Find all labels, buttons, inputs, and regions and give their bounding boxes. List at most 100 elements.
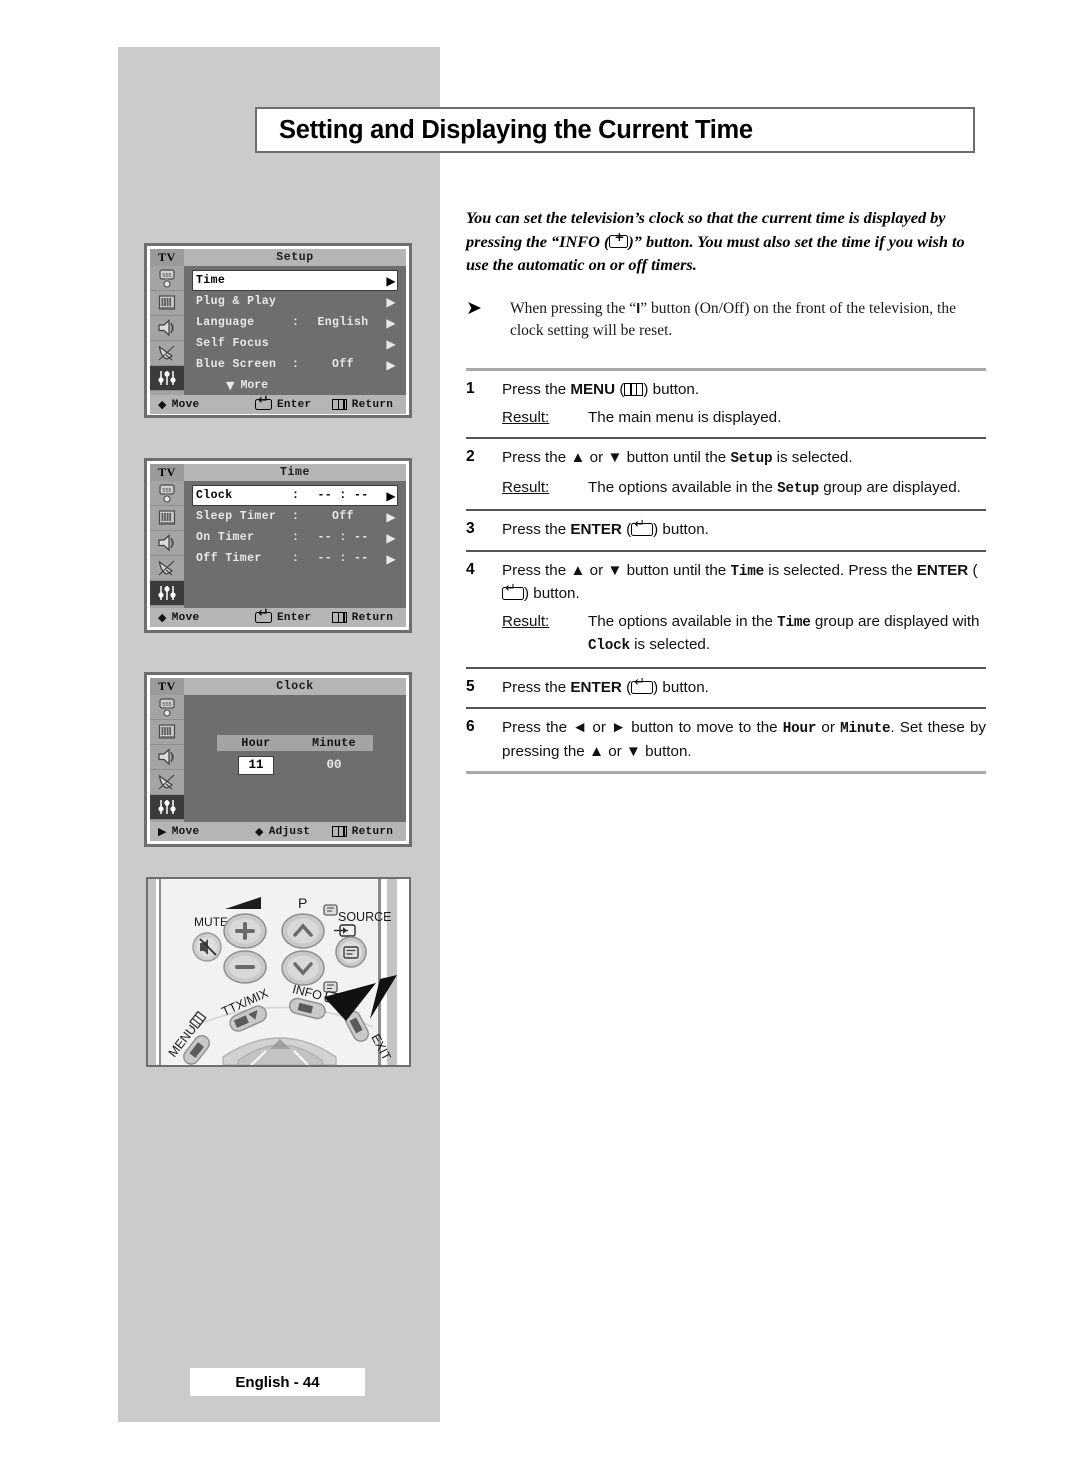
sound-speaker-icon[interactable] — [150, 316, 184, 341]
osd-row-label: Blue Screen — [196, 358, 277, 371]
picture-bars-icon[interactable] — [150, 506, 184, 531]
osd-screenshot-clock: TV Clock 555 Hour Minute 11 00 ▶ Move ◆ … — [144, 672, 412, 847]
osd-row[interactable]: Off Timer : -- : -- ▶ — [192, 548, 398, 569]
picture-lamp-icon[interactable]: 555 — [150, 266, 184, 291]
osd-row-value: Off — [332, 510, 354, 523]
picture-lamp-icon[interactable]: 555 — [150, 695, 184, 720]
result-text-mid: group are displayed with — [810, 612, 980, 630]
svg-text:SOURCE: SOURCE — [338, 910, 391, 924]
enter-icon — [631, 676, 654, 694]
hour-value-field[interactable]: 11 — [238, 756, 274, 775]
picture-bars-icon[interactable] — [150, 720, 184, 745]
note-block: ➤ When pressing the “I” button (On/Off) … — [466, 298, 986, 342]
step-text: Press the ▲ or ▼ button until the — [502, 561, 731, 579]
osd-footer-return-label: Return — [351, 825, 394, 838]
osd-row[interactable]: Time ▶ — [192, 270, 398, 291]
steps-list: 1 Press the MENU () button. Result: The … — [466, 368, 986, 774]
note-text-part1: When pressing the “ — [510, 300, 637, 317]
step-item: 2 Press the ▲ or ▼ button until the Setu… — [466, 439, 986, 509]
sound-speaker-icon[interactable] — [150, 745, 184, 770]
osd-row-value: Off — [332, 358, 354, 371]
osd-row-arrow-icon: ▶ — [386, 336, 396, 351]
svg-text:555: 555 — [162, 488, 171, 494]
osd-footer-move: ▶ Move — [150, 825, 255, 838]
step-text: Press the — [502, 678, 571, 696]
steps-divider — [466, 771, 986, 774]
step-text-after: button. — [658, 521, 709, 538]
step-bold-label: ENTER — [570, 521, 622, 538]
channel-dish-icon[interactable] — [150, 341, 184, 366]
step-item: 4 Press the ▲ or ▼ button until the Time… — [466, 552, 986, 667]
step-text-mid: is selected. Press the — [764, 561, 917, 579]
osd-more-row[interactable]: ▼ More — [192, 375, 398, 395]
setup-sliders-icon[interactable] — [150, 795, 184, 820]
info-button-icon — [609, 231, 629, 248]
osd-footer-enter: Enter — [254, 394, 332, 411]
osd-row[interactable]: On Timer : -- : -- ▶ — [192, 527, 398, 548]
osd-sidebar: 555 — [150, 266, 184, 395]
osd-row-label: Time — [196, 274, 226, 287]
setup-sliders-icon[interactable] — [150, 366, 184, 391]
osd-row[interactable]: Sleep Timer : Off ▶ — [192, 506, 398, 527]
step-text: Press the ▲ or ▼ button until the — [502, 449, 731, 466]
step-body: Press the MENU () button. Result: The ma… — [502, 379, 986, 428]
osd-row-value: -- : -- — [317, 552, 369, 565]
minute-value-field[interactable]: 00 — [326, 756, 341, 775]
step-bold-label: ENTER — [916, 561, 969, 579]
osd-footer-move-label: Move — [171, 611, 200, 624]
setup-sliders-icon[interactable] — [150, 581, 184, 606]
osd-row-label: Language — [196, 316, 255, 329]
note-text: When pressing the “I” button (On/Off) on… — [510, 298, 986, 342]
osd-menu-title: Setup — [276, 251, 314, 264]
result-text-before: The options available in the — [588, 478, 778, 496]
result-text-after: group are displayed. — [819, 478, 961, 496]
menu-icon — [331, 612, 347, 623]
osd-clock-body: Hour Minute 11 00 — [184, 695, 406, 822]
channel-dish-icon[interactable] — [150, 556, 184, 581]
osd-row[interactable]: Blue Screen : Off ▶ — [192, 354, 398, 375]
channel-dish-icon[interactable] — [150, 770, 184, 795]
step-number: 1 — [466, 380, 475, 397]
osd-row-colon: : — [292, 358, 300, 371]
osd-footer-move-label: Move — [171, 825, 200, 838]
osd-row-arrow-icon: ▶ — [386, 357, 396, 372]
picture-lamp-icon[interactable]: 555 — [150, 481, 184, 506]
result-mono-label: Setup — [777, 480, 820, 497]
osd-row[interactable]: Plug & Play ▶ — [192, 291, 398, 312]
step-text: Press the ◄ or ► button to move to the — [502, 719, 783, 736]
step-number: 3 — [466, 520, 475, 537]
step-bold-label: MENU — [570, 381, 616, 398]
step-number: 2 — [466, 448, 475, 465]
step-body: Press the ENTER () button. — [502, 676, 986, 699]
sound-speaker-icon[interactable] — [150, 531, 184, 556]
updown-arrows-icon: ◆ — [254, 825, 264, 838]
osd-row-colon: : — [292, 531, 300, 544]
picture-bars-icon[interactable] — [150, 291, 184, 316]
enter-icon — [502, 582, 524, 600]
osd-footer-move-label: Move — [171, 398, 200, 411]
step-text-after: button. — [648, 381, 700, 398]
osd-footer-return: Return — [331, 398, 406, 411]
osd-row[interactable]: Clock : -- : -- ▶ — [192, 485, 398, 506]
osd-footer-bar: ◆ Move Enter Return — [150, 607, 406, 627]
osd-row-arrow-icon: ▶ — [386, 509, 396, 524]
osd-row[interactable]: Self Focus ▶ — [192, 333, 398, 354]
osd-footer-return-label: Return — [351, 398, 394, 411]
osd-footer-bar: ▶ Move ◆ Adjust Return — [150, 822, 406, 841]
osd-menu-body: Clock : -- : -- ▶ Sleep Timer : Off ▶ On… — [184, 481, 406, 608]
step-item: 6 Press the ◄ or ► button to move to the… — [466, 709, 986, 771]
osd-footer-adjust: ◆ Adjust — [255, 825, 332, 838]
enter-icon — [254, 394, 272, 410]
intro-paragraph: You can set the television’s clock so th… — [466, 206, 986, 277]
osd-row[interactable]: Language : English ▶ — [192, 312, 398, 333]
step-mono-label-2: Minute — [840, 721, 891, 737]
osd-row-colon: : — [292, 316, 300, 329]
step-number: 6 — [466, 718, 475, 735]
menu-icon — [331, 826, 347, 837]
updown-arrows-icon: ◆ — [158, 611, 167, 624]
osd-row-value: -- : -- — [317, 531, 369, 544]
osd-screenshot-time: TV Time 555 Clock: --: -- ▶ Sleep Time… — [144, 458, 412, 633]
osd-footer-return: Return — [331, 825, 406, 838]
result-row: Result: The options available in the Tim… — [502, 611, 986, 658]
result-text-before: The options available in the — [588, 612, 778, 630]
